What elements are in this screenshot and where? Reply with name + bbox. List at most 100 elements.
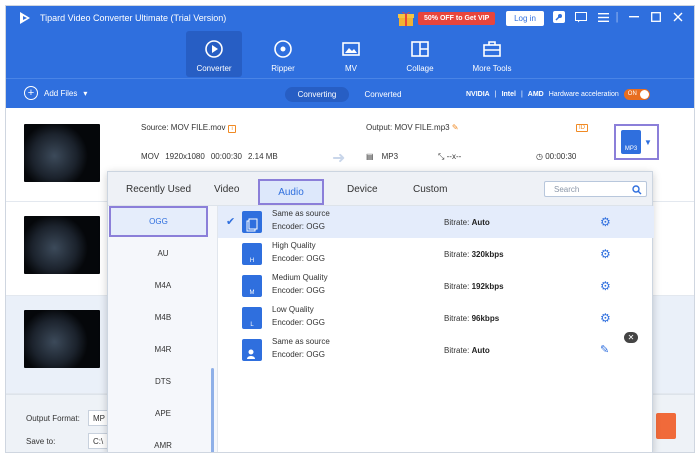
tab-ripper[interactable]: Ripper xyxy=(255,31,311,77)
clock-icon: ◷ xyxy=(536,152,543,161)
format-tabs: Recently Used Video Audio Device Custom … xyxy=(108,172,652,206)
output-info-icon[interactable]: ID xyxy=(573,122,588,132)
gear-icon[interactable]: ⚙ xyxy=(600,279,611,293)
edit-icon[interactable]: ✎ xyxy=(452,123,459,132)
tab-converting[interactable]: Converting xyxy=(285,87,349,102)
info-icon: i xyxy=(228,125,236,133)
close-panel-icon[interactable]: ✕ xyxy=(624,332,638,343)
film-icon: ▤ xyxy=(366,152,374,161)
vip-promo[interactable]: 50% OFF to Get VIP xyxy=(397,10,496,27)
hw-toggle[interactable]: ON xyxy=(623,89,650,100)
format-item-m4a[interactable]: M4A xyxy=(108,269,218,301)
output-duration: ◷ 00:00:30 xyxy=(536,152,577,161)
source-name: Source: MOV FILE.mov i xyxy=(141,123,236,133)
tab-converter[interactable]: Converter xyxy=(186,31,242,77)
app-title: Tipard Video Converter Ultimate (Trial V… xyxy=(40,13,227,23)
source-meta: MOV 1920x1080 00:00:30 2.14 MB xyxy=(141,152,278,161)
preset-name: High Quality xyxy=(272,241,316,250)
format-item-ogg[interactable]: OGG xyxy=(109,206,208,237)
save-to-label: Save to: xyxy=(26,437,56,446)
amd-label: AMD xyxy=(527,91,544,98)
tab-mv-label: MV xyxy=(345,64,357,73)
plus-icon: + xyxy=(24,86,38,100)
preset-name: Low Quality xyxy=(272,305,314,314)
tab-converter-label: Converter xyxy=(196,64,232,73)
format-list: OGG AU M4A M4B M4R DTS APE AMR xyxy=(108,206,218,452)
output-meta: ▤ MP3 xyxy=(366,152,398,161)
separator: | xyxy=(615,11,619,23)
tab-mv[interactable]: MV xyxy=(323,31,379,77)
format-panel: Recently Used Video Audio Device Custom … xyxy=(107,171,654,452)
format-select-button[interactable]: MP3 ▼ xyxy=(614,124,659,160)
preset-encoder: Encoder: OGG xyxy=(272,254,325,263)
minimize-icon[interactable] xyxy=(626,9,642,25)
gear-icon[interactable]: ⚙ xyxy=(600,247,611,261)
gear-icon[interactable]: ⚙ xyxy=(600,215,611,229)
gear-icon[interactable]: ⚙ xyxy=(600,311,611,325)
feedback-icon[interactable] xyxy=(573,9,589,25)
tab-collage[interactable]: Collage xyxy=(392,31,448,77)
source-resolution: 1920x1080 xyxy=(165,152,205,161)
format-item-dts[interactable]: DTS xyxy=(108,365,218,397)
preset-encoder: Encoder: OGG xyxy=(272,286,325,295)
source-duration: 00:00:30 xyxy=(210,152,242,161)
preset-bitrate: Bitrate: 192kbps xyxy=(444,282,504,291)
maximize-icon[interactable] xyxy=(648,9,664,25)
tab-video[interactable]: Video xyxy=(214,184,239,195)
add-files-label: Add Files xyxy=(44,88,78,98)
edit-icon[interactable]: ✎ xyxy=(600,343,609,356)
promo-label: 50% OFF to Get VIP xyxy=(418,12,496,25)
format-list-scrollbar[interactable] xyxy=(211,368,214,452)
add-files-button[interactable]: + Add Files ▾ xyxy=(24,86,87,100)
preset-row[interactable]: Same as source Encoder: OGG Bitrate: Aut… xyxy=(218,334,654,366)
tab-audio[interactable]: Audio xyxy=(258,179,324,205)
tab-converted[interactable]: Converted xyxy=(358,87,408,102)
preset-bitrate: Bitrate: 320kbps xyxy=(444,250,504,259)
format-item-ape[interactable]: APE xyxy=(108,397,218,429)
key-icon[interactable] xyxy=(551,9,567,25)
tab-more-tools[interactable]: More Tools xyxy=(461,31,523,77)
preset-row[interactable]: ✔ Same as source Encoder: OGG Bitrate: A… xyxy=(218,206,654,238)
search-icon[interactable] xyxy=(632,185,642,195)
tab-device[interactable]: Device xyxy=(347,184,378,195)
image-icon xyxy=(342,42,360,56)
tab-recently-used[interactable]: Recently Used xyxy=(126,184,191,195)
output-format: MP3 xyxy=(381,152,399,161)
format-item-au[interactable]: AU xyxy=(108,237,218,269)
toolbox-icon xyxy=(483,41,501,57)
check-icon: ✔ xyxy=(226,216,236,228)
preset-bitrate: Bitrate: Auto xyxy=(444,218,490,227)
tab-custom[interactable]: Custom xyxy=(413,184,447,195)
music-file-icon: MP3 xyxy=(621,130,642,154)
convert-all-button[interactable] xyxy=(656,413,676,439)
search-input[interactable]: Search xyxy=(544,181,647,197)
high-quality-icon: H xyxy=(242,243,262,265)
user-edit-icon xyxy=(242,339,262,361)
preset-bitrate: Bitrate: 96kbps xyxy=(444,314,500,323)
output-format-label: Output Format: xyxy=(26,414,80,423)
tab-more-tools-label: More Tools xyxy=(472,64,512,73)
disc-icon xyxy=(274,40,292,58)
preset-row[interactable]: M Medium Quality Encoder: OGG Bitrate: 1… xyxy=(218,270,654,302)
video-thumbnail[interactable] xyxy=(24,124,100,182)
format-item-m4r[interactable]: M4R xyxy=(108,333,218,365)
preset-row[interactable]: H High Quality Encoder: OGG Bitrate: 320… xyxy=(218,238,654,270)
login-button[interactable]: Log in xyxy=(506,11,544,26)
video-thumbnail[interactable] xyxy=(24,216,100,274)
intel-label: Intel xyxy=(501,91,516,98)
preset-encoder: Encoder: OGG xyxy=(272,350,325,359)
source-format: MOV xyxy=(141,152,160,161)
video-thumbnail[interactable] xyxy=(24,310,100,368)
hw-label: Hardware acceleration xyxy=(548,91,619,98)
chevron-down-icon: ▾ xyxy=(83,88,88,98)
preset-list: ✔ Same as source Encoder: OGG Bitrate: A… xyxy=(218,206,654,452)
app-logo-icon xyxy=(20,12,30,24)
format-item-amr[interactable]: AMR xyxy=(108,429,218,452)
gift-icon xyxy=(398,11,414,26)
source-size: 2.14 MB xyxy=(247,152,278,161)
format-item-m4b[interactable]: M4B xyxy=(108,301,218,333)
close-icon[interactable] xyxy=(670,9,686,25)
nvidia-label: NVIDIA xyxy=(466,91,490,98)
chevron-down-icon: ▼ xyxy=(644,137,652,147)
preset-row[interactable]: L Low Quality Encoder: OGG Bitrate: 96kb… xyxy=(218,302,654,334)
